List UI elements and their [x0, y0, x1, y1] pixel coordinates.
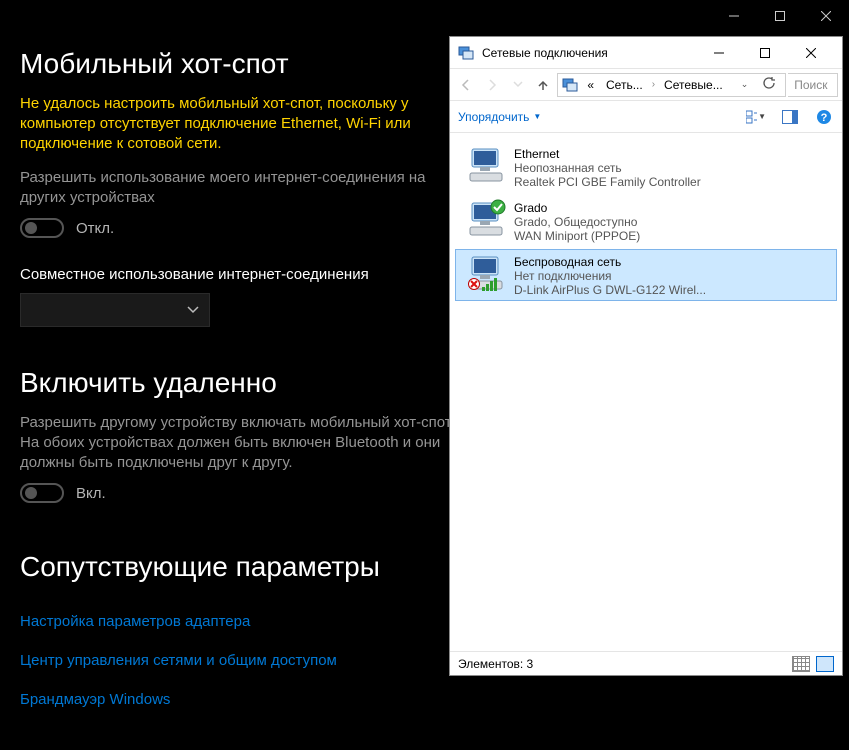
- remote-toggle[interactable]: [20, 483, 64, 503]
- help-button[interactable]: ?: [814, 107, 834, 127]
- address-bar[interactable]: « Сеть... › Сетевые... ⌄: [557, 73, 786, 97]
- connection-status: Нет подключения: [514, 269, 706, 283]
- connection-name: Беспроводная сеть: [514, 255, 706, 269]
- breadcrumb-root[interactable]: Сеть...: [603, 78, 646, 92]
- breadcrumb-sep-icon: ›: [652, 79, 655, 90]
- organize-menu[interactable]: Упорядочить ▼: [458, 110, 541, 124]
- remote-description: Разрешить другому устройству включать мо…: [20, 413, 460, 473]
- navbar: « Сеть... › Сетевые... ⌄ Поиск: [450, 69, 842, 101]
- remote-toggle-label: Вкл.: [76, 485, 106, 502]
- win-maximize-button[interactable]: [742, 38, 788, 68]
- hotspot-toggle-label: Откл.: [76, 220, 114, 237]
- preview-pane-button[interactable]: [780, 107, 800, 127]
- chevron-down-icon: [187, 303, 199, 317]
- connection-device: D-Link AirPlus G DWL-G122 Wirel...: [514, 283, 706, 297]
- details-view-button[interactable]: [792, 656, 810, 672]
- back-button[interactable]: [454, 73, 478, 97]
- titlebar: Сетевые подключения: [450, 37, 842, 69]
- address-dropdown-icon[interactable]: ⌄: [738, 79, 752, 90]
- win-minimize-button[interactable]: [696, 38, 742, 68]
- window-title: Сетевые подключения: [482, 46, 696, 60]
- toolbar: Упорядочить ▼ ▼ ?: [450, 101, 842, 133]
- win-close-button[interactable]: [788, 38, 834, 68]
- close-button[interactable]: [803, 0, 849, 32]
- recent-button[interactable]: [506, 73, 530, 97]
- connection-list: Ethernet Неопознанная сеть Realtek PCI G…: [450, 133, 842, 651]
- warning-text: Не удалось настроить мобильный хот-спот,…: [20, 94, 440, 154]
- forward-button[interactable]: [480, 73, 504, 97]
- connection-item[interactable]: Беспроводная сеть Нет подключения D-Link…: [455, 249, 837, 301]
- statusbar: Элементов: 3: [450, 651, 842, 675]
- connection-icon: [466, 253, 506, 293]
- share-from-combo[interactable]: [20, 293, 210, 327]
- settings-window-controls: [711, 0, 849, 32]
- link-firewall[interactable]: Брандмауэр Windows: [20, 691, 829, 708]
- connection-icon: [466, 145, 506, 185]
- connection-name: Ethernet: [514, 147, 701, 161]
- hotspot-toggle[interactable]: [20, 218, 64, 238]
- search-placeholder: Поиск: [794, 78, 827, 92]
- connection-device: WAN Miniport (PPPOE): [514, 229, 640, 243]
- maximize-button[interactable]: [757, 0, 803, 32]
- share-description: Разрешить использование моего интернет-с…: [20, 168, 460, 208]
- view-options-button[interactable]: ▼: [746, 107, 766, 127]
- refresh-button[interactable]: [757, 76, 781, 93]
- search-input[interactable]: Поиск: [788, 73, 838, 97]
- connection-item[interactable]: Ethernet Неопознанная сеть Realtek PCI G…: [456, 141, 836, 193]
- item-count: Элементов: 3: [458, 657, 533, 671]
- connection-item[interactable]: Grado Grado, Общедоступно WAN Miniport (…: [456, 195, 836, 247]
- breadcrumb-lead[interactable]: «: [584, 78, 597, 92]
- network-connections-window: Сетевые подключения « Сеть... › Сетевые.…: [449, 36, 843, 676]
- network-icon: [562, 77, 578, 93]
- connection-device: Realtek PCI GBE Family Controller: [514, 175, 701, 189]
- organize-label: Упорядочить: [458, 110, 529, 124]
- connection-icon: [466, 199, 506, 239]
- svg-text:?: ?: [821, 112, 828, 124]
- connection-status: Неопознанная сеть: [514, 161, 701, 175]
- minimize-button[interactable]: [711, 0, 757, 32]
- network-icon: [458, 45, 474, 61]
- triangle-down-icon: ▼: [533, 112, 541, 121]
- breadcrumb-current[interactable]: Сетевые...: [661, 78, 726, 92]
- connection-status: Grado, Общедоступно: [514, 215, 640, 229]
- up-button[interactable]: [531, 73, 555, 97]
- tiles-view-button[interactable]: [816, 656, 834, 672]
- connection-name: Grado: [514, 201, 640, 215]
